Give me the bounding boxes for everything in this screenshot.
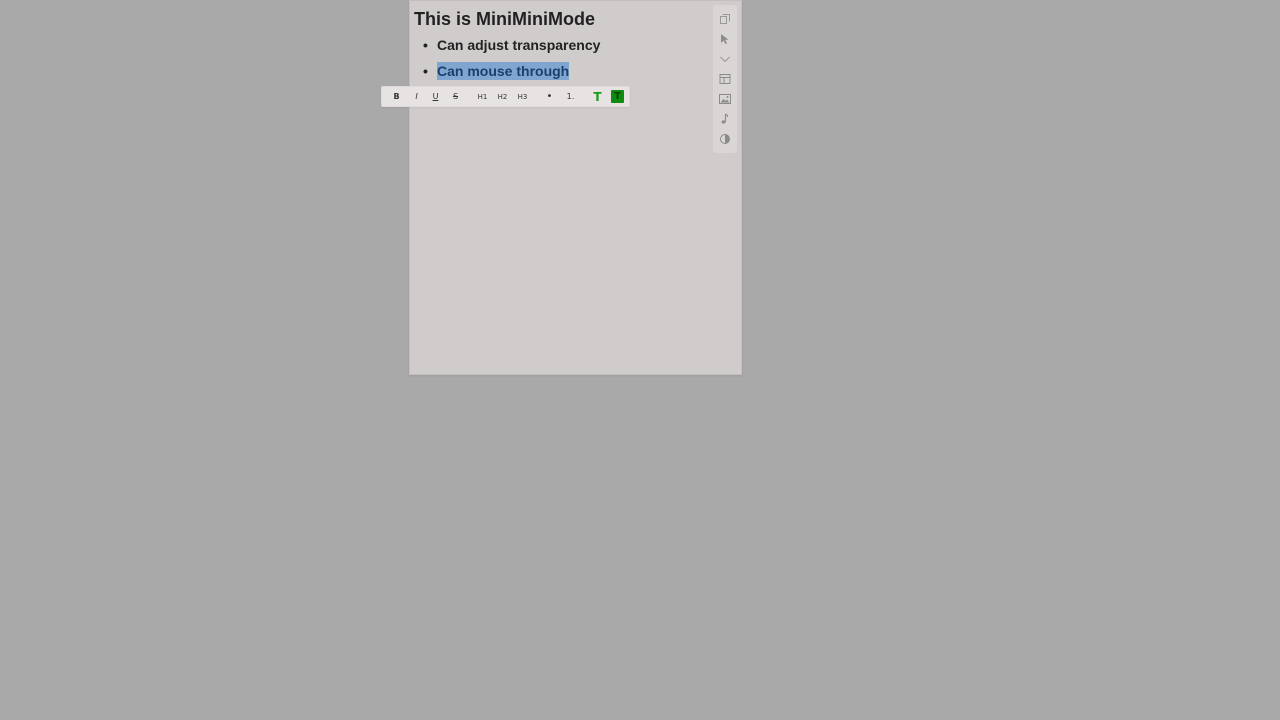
numbered-list-button[interactable]: 1.	[564, 89, 577, 104]
text-color-button[interactable]: T	[592, 89, 603, 104]
underline-button[interactable]: U	[431, 89, 440, 104]
note-window: This is MiniMiniMode • Can adjust transp…	[409, 0, 742, 375]
heading2-button[interactable]: H2	[496, 89, 509, 104]
cursor-icon[interactable]	[715, 29, 735, 49]
bullet-marker: •	[423, 37, 428, 53]
note-title[interactable]: This is MiniMiniMode	[414, 7, 707, 31]
selected-list-item-text[interactable]: Can mouse through	[437, 62, 570, 80]
bold-button[interactable]: B	[392, 89, 401, 104]
bullet-list-button[interactable]: •	[545, 89, 554, 104]
heading1-button[interactable]: H1	[476, 89, 489, 104]
heading3-button[interactable]: H3	[516, 89, 529, 104]
side-toolbar	[713, 5, 737, 153]
list-item[interactable]: • Can adjust transparency	[414, 36, 707, 54]
note-content[interactable]: This is MiniMiniMode • Can adjust transp…	[414, 7, 707, 88]
contrast-icon[interactable]	[715, 129, 735, 149]
list-item[interactable]: • Can mouse through	[414, 62, 707, 80]
window-icon[interactable]	[715, 9, 735, 29]
list-item-text[interactable]: Can adjust transparency	[437, 37, 600, 53]
highlight-color-button[interactable]: T	[611, 90, 624, 103]
layout-icon[interactable]	[715, 69, 735, 89]
note-list: • Can adjust transparency • Can mouse th…	[414, 36, 707, 80]
chevron-down-icon[interactable]	[715, 49, 735, 69]
bullet-marker: •	[423, 63, 428, 79]
format-toolbar: B I U S H1 H2 H3 • 1. T T	[381, 86, 630, 107]
italic-button[interactable]: I	[412, 89, 421, 104]
strikethrough-button[interactable]: S	[451, 89, 460, 104]
music-note-icon[interactable]	[715, 109, 735, 129]
image-icon[interactable]	[715, 89, 735, 109]
